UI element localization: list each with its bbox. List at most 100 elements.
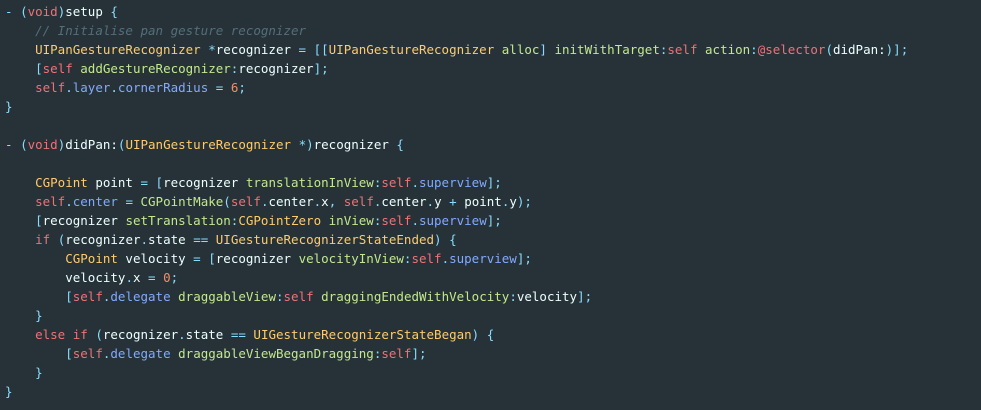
code-line[interactable]: self.layer.cornerRadius = 6; xyxy=(5,78,246,97)
code-line[interactable]: - (void)didPan:(UIPanGestureRecognizer *… xyxy=(5,135,404,154)
code-line[interactable]: // Initialise pan gesture recognizer xyxy=(5,21,306,40)
code-token-punct: * xyxy=(208,42,216,57)
code-line[interactable]: } xyxy=(5,363,43,382)
code-token-prop: superview xyxy=(418,213,487,228)
code-token-keyword: else xyxy=(35,327,66,342)
code-token-keyword: @selector xyxy=(757,42,826,57)
code-token-prop: layer xyxy=(72,80,111,95)
code-token-text: center xyxy=(381,194,427,209)
code-token-punct: . xyxy=(441,251,450,266)
code-token-punct: } xyxy=(35,308,43,323)
code-token-punct: ]; xyxy=(516,251,532,266)
code-token-punct: ]; xyxy=(411,346,427,361)
code-token-keyword: self xyxy=(381,346,412,361)
code-token-text: didPan: xyxy=(832,42,886,57)
code-token-text: velocity xyxy=(65,270,126,285)
code-line[interactable]: CGPoint point = [recognizer translationI… xyxy=(5,173,502,192)
code-token-prop: superview xyxy=(449,251,517,266)
code-token-punct: [ xyxy=(155,175,164,190)
code-token-punct: . xyxy=(411,175,419,190)
code-line[interactable]: - (void)setup { xyxy=(5,2,118,21)
code-token-method: action xyxy=(705,42,751,57)
code-token-keyword: self xyxy=(72,346,103,361)
code-token-prop: cornerRadius xyxy=(117,80,209,95)
code-token-punct: [ xyxy=(35,61,43,76)
code-token-type: CGPoint xyxy=(35,175,88,190)
code-token-punct: [ xyxy=(65,289,73,304)
code-line[interactable]: velocity.x = 0; xyxy=(5,268,178,287)
code-line[interactable]: } xyxy=(5,97,13,116)
code-line[interactable]: [recognizer setTranslation:CGPointZero i… xyxy=(5,211,502,230)
code-token-punct: ; xyxy=(170,270,179,285)
code-token-text: point xyxy=(456,194,502,209)
code-line[interactable]: } xyxy=(5,306,43,325)
code-token-punct: . xyxy=(411,213,419,228)
code-token-punct: ; xyxy=(238,80,246,95)
code-line[interactable]: self.center = CGPointMake(self.center.x,… xyxy=(5,192,532,211)
code-token-text: recognizer xyxy=(102,327,179,342)
code-token-punct: - xyxy=(5,4,21,19)
code-token-punct: . xyxy=(125,270,133,285)
code-token-punct: ( xyxy=(95,327,103,342)
code-editor[interactable]: - (void)setup { // Initialise pan gestur… xyxy=(0,0,981,410)
code-token-punct: ]; xyxy=(486,213,502,228)
code-token-punct: ); xyxy=(516,194,532,209)
code-token-punct: = xyxy=(193,251,201,266)
code-token-punct: + xyxy=(449,194,457,209)
code-token-text: recognizer xyxy=(238,61,314,76)
code-line[interactable]: [self.delegate draggableView:self draggi… xyxy=(5,287,592,306)
code-token-keyword: self xyxy=(381,175,412,190)
code-line[interactable]: CGPoint velocity = [recognizer velocityI… xyxy=(5,249,532,268)
code-token-punct: ( xyxy=(20,137,28,152)
code-token-punct: == xyxy=(193,232,209,247)
code-token-keyword: self xyxy=(667,42,698,57)
code-line[interactable]: [self addGestureRecognizer:recognizer]; xyxy=(5,59,329,78)
code-token-punct: . xyxy=(110,80,118,95)
code-token-punct: *) xyxy=(298,137,314,152)
code-token-keyword: self xyxy=(411,251,442,266)
code-token-keyword: void xyxy=(27,4,58,19)
code-line[interactable]: UIPanGestureRecognizer *recognizer = [[U… xyxy=(5,40,908,59)
code-token-punct: [[ xyxy=(313,42,329,57)
code-line[interactable]: } xyxy=(5,382,13,401)
code-token-prop: center xyxy=(72,194,118,209)
code-token-type: UIPanGestureRecognizer xyxy=(328,42,495,57)
code-token-type: UIPanGestureRecognizer xyxy=(35,42,201,57)
code-token-text: state xyxy=(185,327,231,342)
code-token-text: x xyxy=(321,194,329,209)
code-line[interactable]: [self.delegate draggableViewBeganDraggin… xyxy=(5,344,427,363)
code-line[interactable]: if (recognizer.state == UIGestureRecogni… xyxy=(5,230,457,249)
code-token-keyword: self xyxy=(230,194,261,209)
code-token-punct: ( xyxy=(20,4,28,19)
code-token-punct: . xyxy=(140,232,149,247)
code-token-text: center xyxy=(268,194,314,209)
code-token-punct: . xyxy=(426,194,435,209)
code-line[interactable]: else if (recognizer.state == UIGestureRe… xyxy=(5,325,494,344)
code-token-punct: : xyxy=(509,289,517,304)
code-token-punct: : xyxy=(750,42,758,57)
code-token-punct: } xyxy=(5,384,13,399)
code-token-punct: [ xyxy=(35,213,43,228)
